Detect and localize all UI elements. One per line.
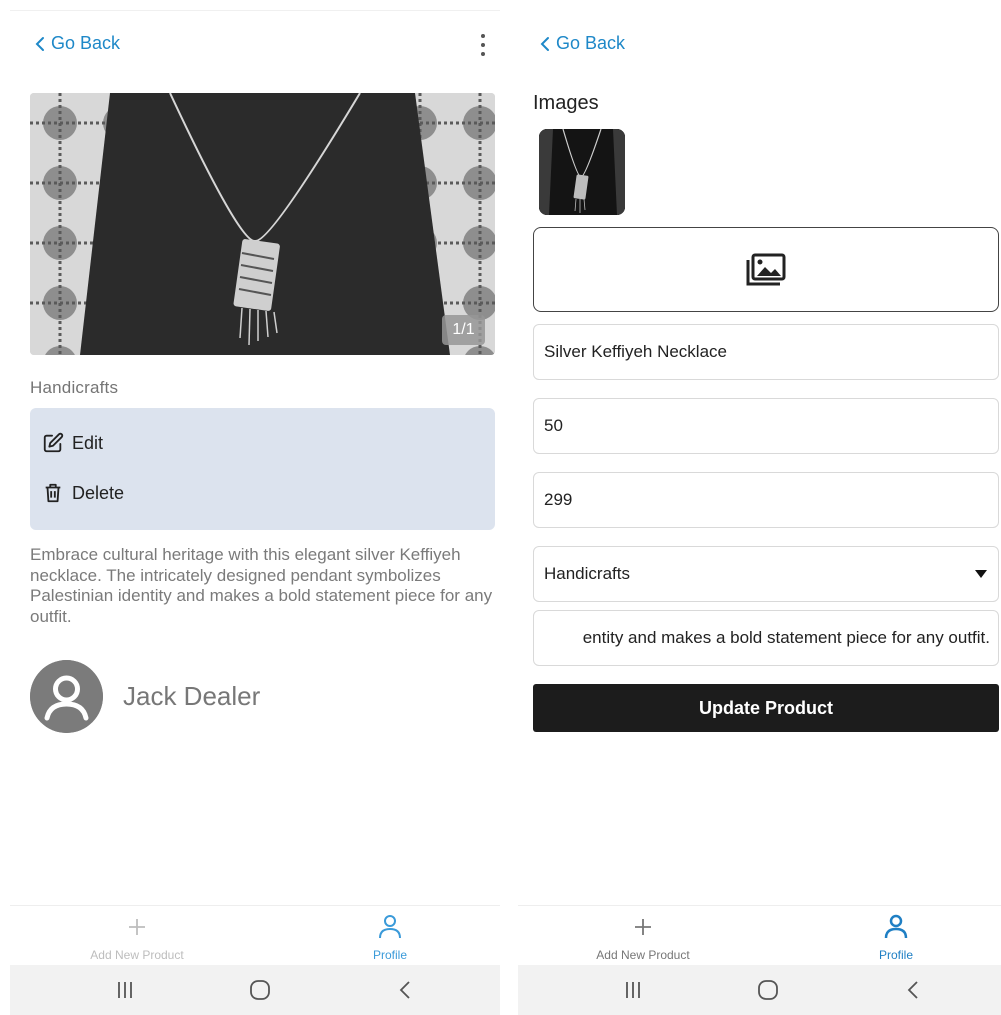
recents-icon[interactable]: [603, 965, 663, 1015]
system-navigation-bar: [518, 965, 1001, 1015]
trash-icon: [45, 483, 61, 503]
category-select-value: Handicrafts: [544, 564, 630, 583]
person-icon: [375, 912, 405, 942]
necklace-thumbnail: [539, 129, 625, 215]
category-select[interactable]: Handicrafts: [533, 546, 999, 602]
go-back-label: Go Back: [51, 33, 121, 53]
person-icon: [881, 912, 911, 942]
nav-add-product[interactable]: Add New Product: [57, 906, 217, 966]
edit-button[interactable]: Edit: [42, 432, 103, 454]
product-detail-screen: Go Back 1/1 Handicrafts Edit Delete Embr…: [0, 0, 510, 1015]
images-heading: Images: [533, 92, 599, 114]
quantity-field[interactable]: 50: [533, 398, 999, 454]
go-back-link[interactable]: Go Back: [35, 33, 120, 54]
delete-button[interactable]: Delete: [42, 482, 124, 504]
product-image[interactable]: 1/1: [30, 93, 495, 355]
image-upload-button[interactable]: [533, 227, 999, 312]
user-avatar-icon: [30, 660, 103, 733]
description-field[interactable]: entity and makes a bold statement piece …: [533, 610, 999, 666]
image-counter-badge: 1/1: [442, 315, 485, 345]
home-icon[interactable]: [738, 965, 798, 1015]
go-back-label: Go Back: [556, 33, 626, 53]
dealer-info[interactable]: Jack Dealer: [30, 660, 260, 733]
chevron-left-icon: [540, 36, 549, 51]
nav-add-product[interactable]: Add New Product: [563, 906, 723, 966]
necklace-photo: [30, 93, 495, 355]
edit-label: Edit: [72, 432, 104, 453]
product-image-thumbnail[interactable]: [539, 129, 625, 215]
home-icon[interactable]: [230, 965, 290, 1015]
edit-product-screen: Go Back Images Silver Keffiyeh Necklace …: [513, 0, 1001, 1015]
caret-down-icon: [975, 570, 987, 578]
nav-add-label: Add New Product: [90, 948, 184, 962]
product-category: Handicrafts: [30, 378, 119, 397]
bottom-navigation: Add New Product Profile: [518, 905, 1001, 965]
system-navigation-bar: [10, 965, 500, 1015]
nav-profile-label: Profile: [878, 948, 913, 962]
go-back-link[interactable]: Go Back: [540, 33, 625, 54]
delete-label: Delete: [72, 482, 125, 503]
image-gallery-icon: [746, 253, 786, 285]
owner-actions-panel: Edit Delete: [30, 408, 495, 530]
system-back-icon[interactable]: [883, 965, 943, 1015]
plus-icon: [628, 912, 658, 942]
recents-icon[interactable]: [95, 965, 155, 1015]
system-back-icon[interactable]: [375, 965, 435, 1015]
bottom-navigation: Add New Product Profile: [10, 905, 500, 965]
kebab-menu-icon[interactable]: [475, 32, 491, 58]
nav-add-label: Add New Product: [596, 948, 690, 962]
price-field[interactable]: 299: [533, 472, 999, 528]
product-name-field[interactable]: Silver Keffiyeh Necklace: [533, 324, 999, 380]
plus-icon: [122, 912, 152, 942]
dealer-name: Jack Dealer: [123, 681, 261, 711]
chevron-left-icon: [35, 36, 44, 51]
top-divider: [10, 10, 500, 11]
nav-profile-label: Profile: [372, 948, 407, 962]
product-description: Embrace cultural heritage with this eleg…: [30, 545, 493, 626]
nav-profile[interactable]: Profile: [310, 906, 470, 966]
pencil-square-icon: [43, 432, 64, 453]
nav-profile[interactable]: Profile: [816, 906, 976, 966]
update-product-button[interactable]: Update Product: [533, 684, 999, 732]
